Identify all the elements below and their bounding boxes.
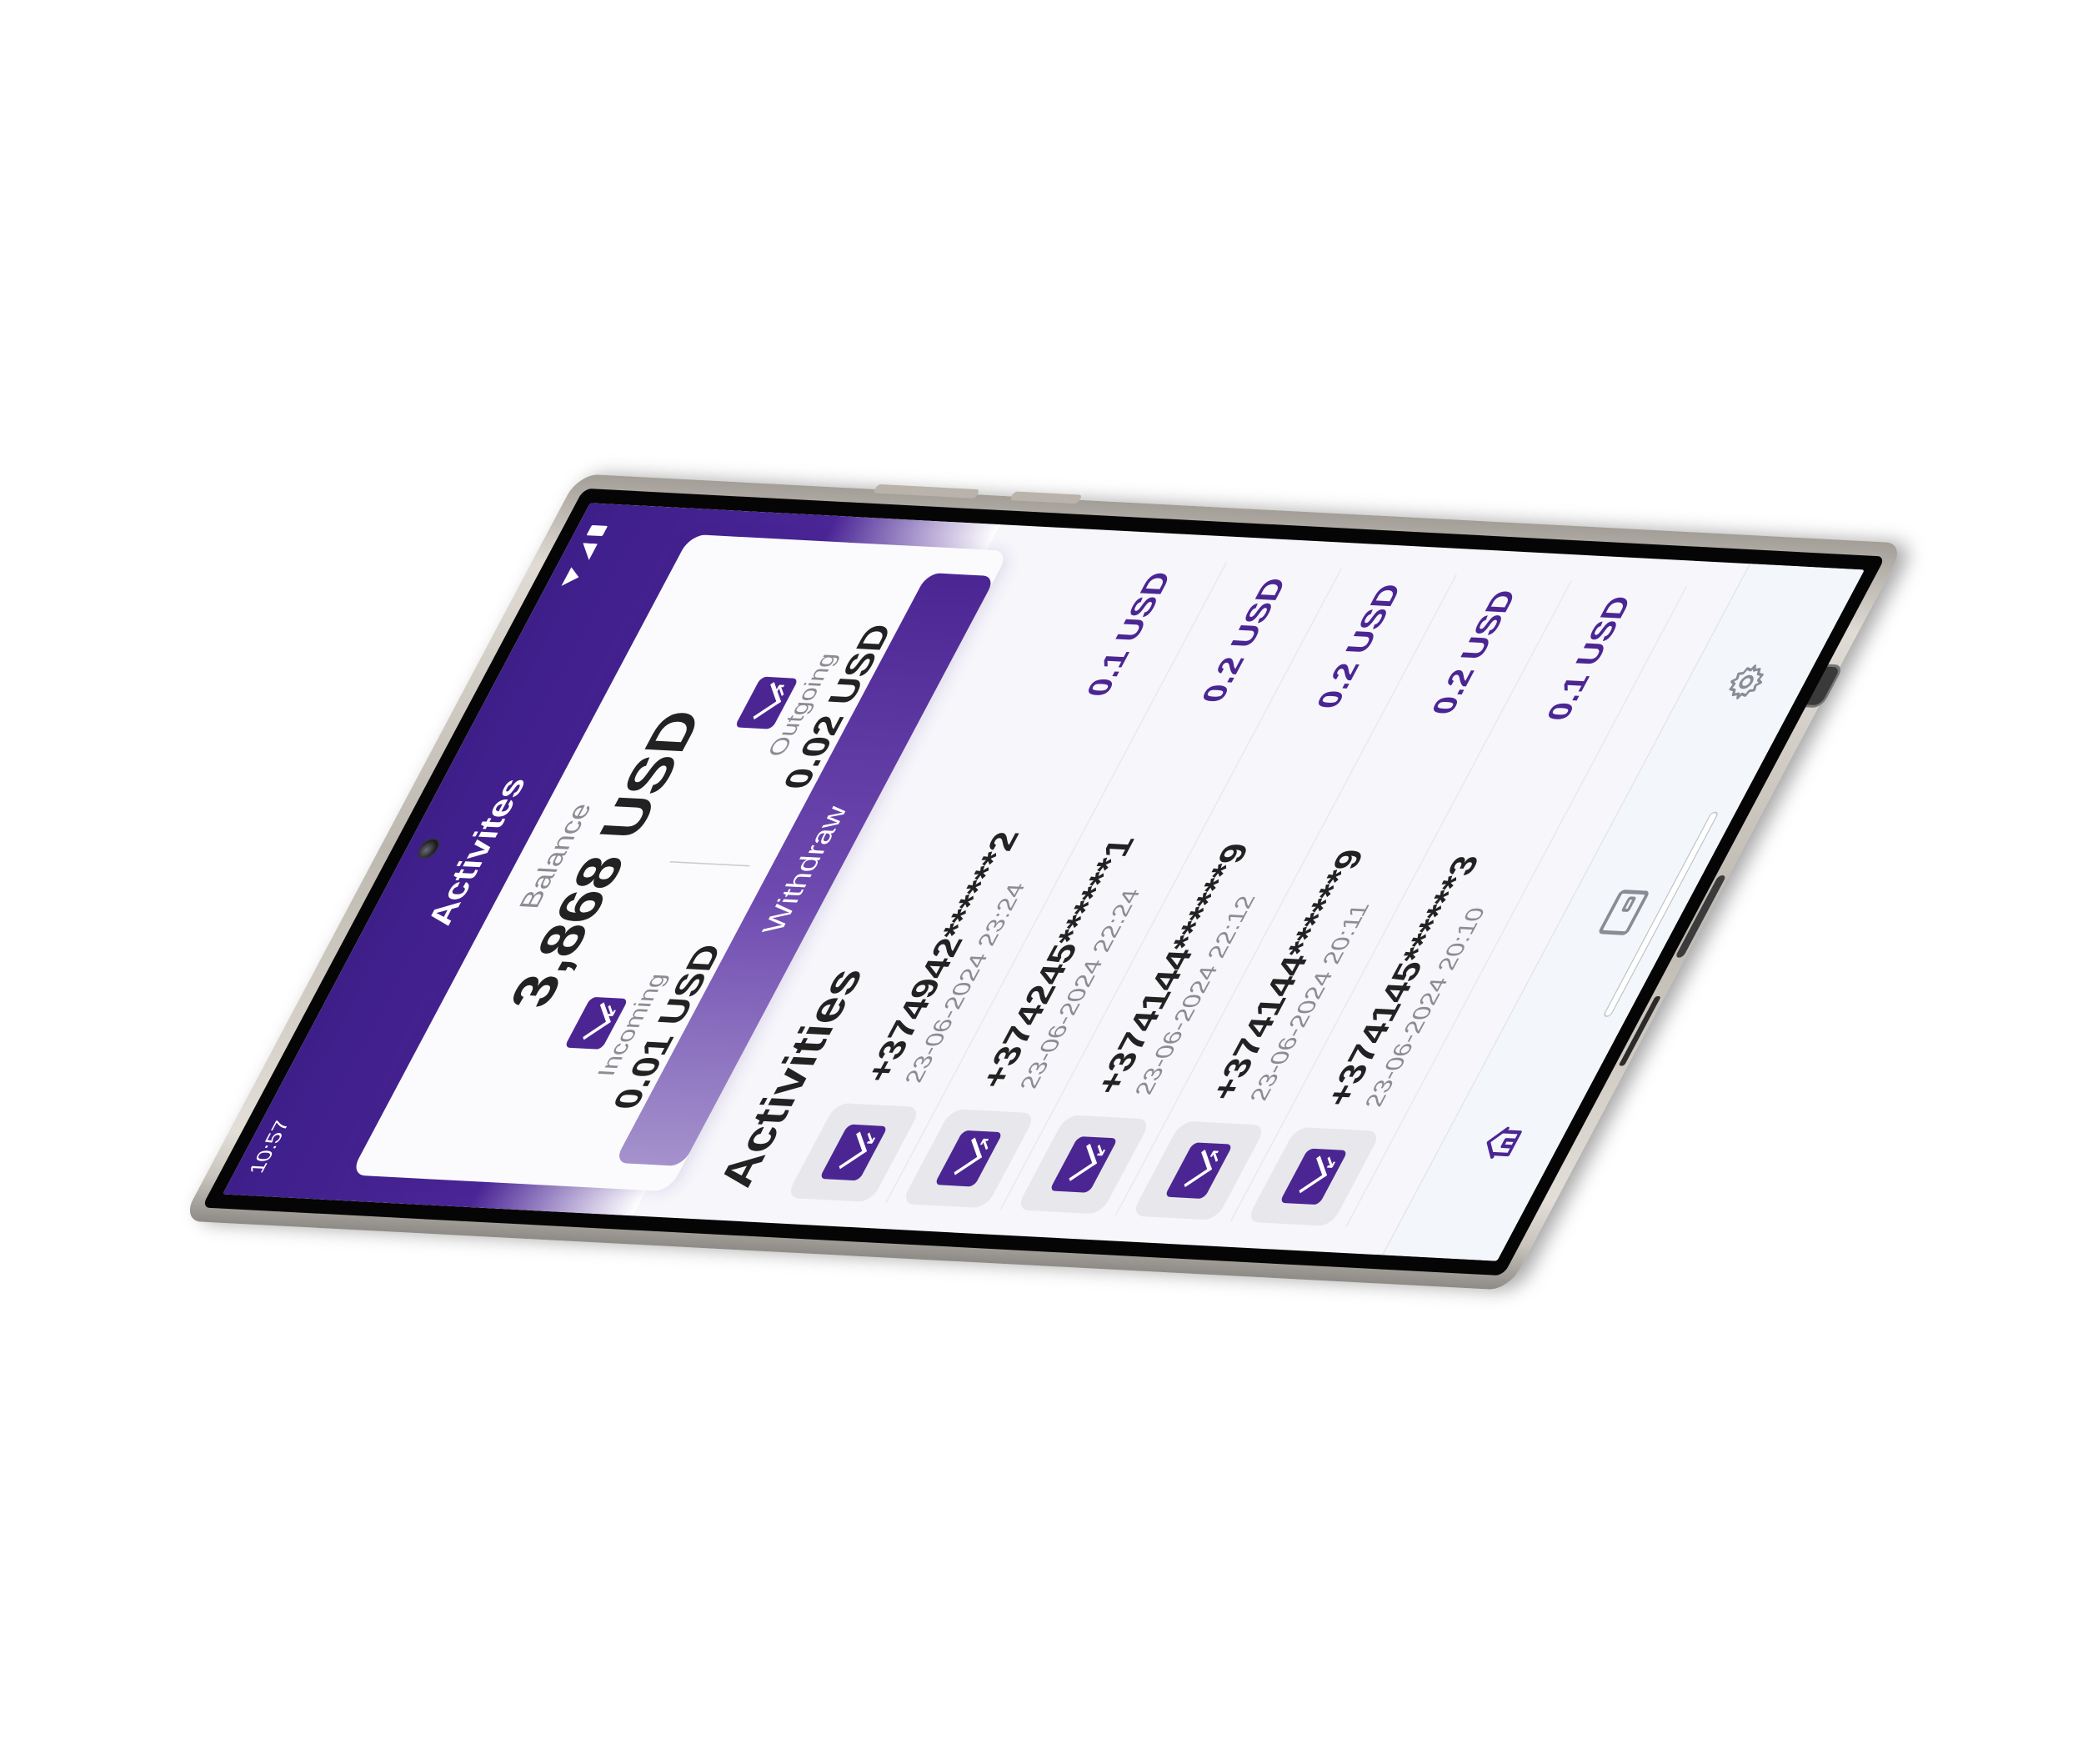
- wallet-icon: [1597, 889, 1651, 935]
- gear-icon: [1729, 664, 1764, 699]
- battery-icon: [586, 524, 608, 537]
- incoming-arrow-icon: ↙: [856, 1130, 883, 1146]
- outgoing-arrow-icon: ↗: [1201, 1148, 1228, 1165]
- outgoing-arrow-icon: ↗: [971, 1136, 998, 1152]
- envelope-incoming-icon: ↙: [1279, 1148, 1349, 1205]
- incoming-arrow-icon: ↙: [1086, 1142, 1113, 1159]
- nav-home-button[interactable]: [1447, 1103, 1555, 1182]
- app-screen: 10:57 Activites Balance 3,868 USD ↙ Inco…: [223, 503, 1865, 1261]
- cell-signal-icon: [574, 543, 598, 560]
- envelope-outgoing-icon: ↗: [934, 1130, 1004, 1187]
- wifi-icon: [561, 567, 583, 587]
- envelope-outgoing-icon: ↗: [1164, 1142, 1234, 1200]
- envelope-incoming-icon: ↙: [819, 1124, 889, 1181]
- envelope-incoming-icon: ↙: [1049, 1136, 1119, 1193]
- home-icon: [1486, 1126, 1522, 1159]
- mockup-scene: 10:57 Activites Balance 3,868 USD ↙ Inco…: [0, 0, 2088, 1764]
- volume-button: [873, 484, 980, 499]
- phone-device: 10:57 Activites Balance 3,868 USD ↙ Inco…: [181, 474, 1906, 1290]
- activity-amount: 0.1 USD: [1540, 595, 1640, 722]
- nav-settings-button[interactable]: [1692, 642, 1800, 721]
- incoming-arrow-icon: ↙: [1316, 1154, 1343, 1170]
- power-button: [1009, 491, 1083, 504]
